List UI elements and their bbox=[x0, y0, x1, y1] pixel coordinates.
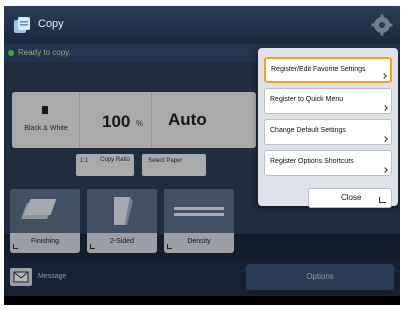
app-title: Copy bbox=[38, 18, 64, 30]
chevron-right-icon bbox=[381, 73, 387, 79]
chevron-right-icon bbox=[382, 167, 388, 173]
register-to-quick-menu-item[interactable]: Register to Quick Menu bbox=[264, 88, 392, 114]
chevron-right-icon bbox=[382, 136, 388, 142]
header-bar: Copy bbox=[4, 6, 400, 44]
copy-screen: Copy Ready to copy. Black & White 100 % … bbox=[4, 6, 400, 305]
chevron-right-icon bbox=[382, 105, 388, 111]
gear-icon[interactable] bbox=[370, 13, 394, 37]
register-options-shortcuts-item[interactable]: Register Options Shortcuts bbox=[264, 150, 392, 176]
return-icon bbox=[379, 197, 386, 203]
copy-icon bbox=[14, 17, 30, 33]
register-edit-favorite-settings-item[interactable]: Register/Edit Favorite Settings bbox=[264, 57, 392, 83]
menu-item-label: Register to Quick Menu bbox=[270, 96, 344, 103]
menu-item-label: Register Options Shortcuts bbox=[270, 158, 354, 165]
menu-item-label: Register/Edit Favorite Settings bbox=[271, 66, 366, 73]
close-label: Close bbox=[341, 193, 362, 202]
change-default-settings-item[interactable]: Change Default Settings bbox=[264, 119, 392, 145]
screen-bottom-edge bbox=[4, 296, 400, 305]
favorites-menu-popup: Register/Edit Favorite Settings Register… bbox=[258, 48, 398, 208]
menu-item-label: Change Default Settings bbox=[270, 127, 346, 134]
close-button[interactable]: Close bbox=[308, 188, 392, 208]
